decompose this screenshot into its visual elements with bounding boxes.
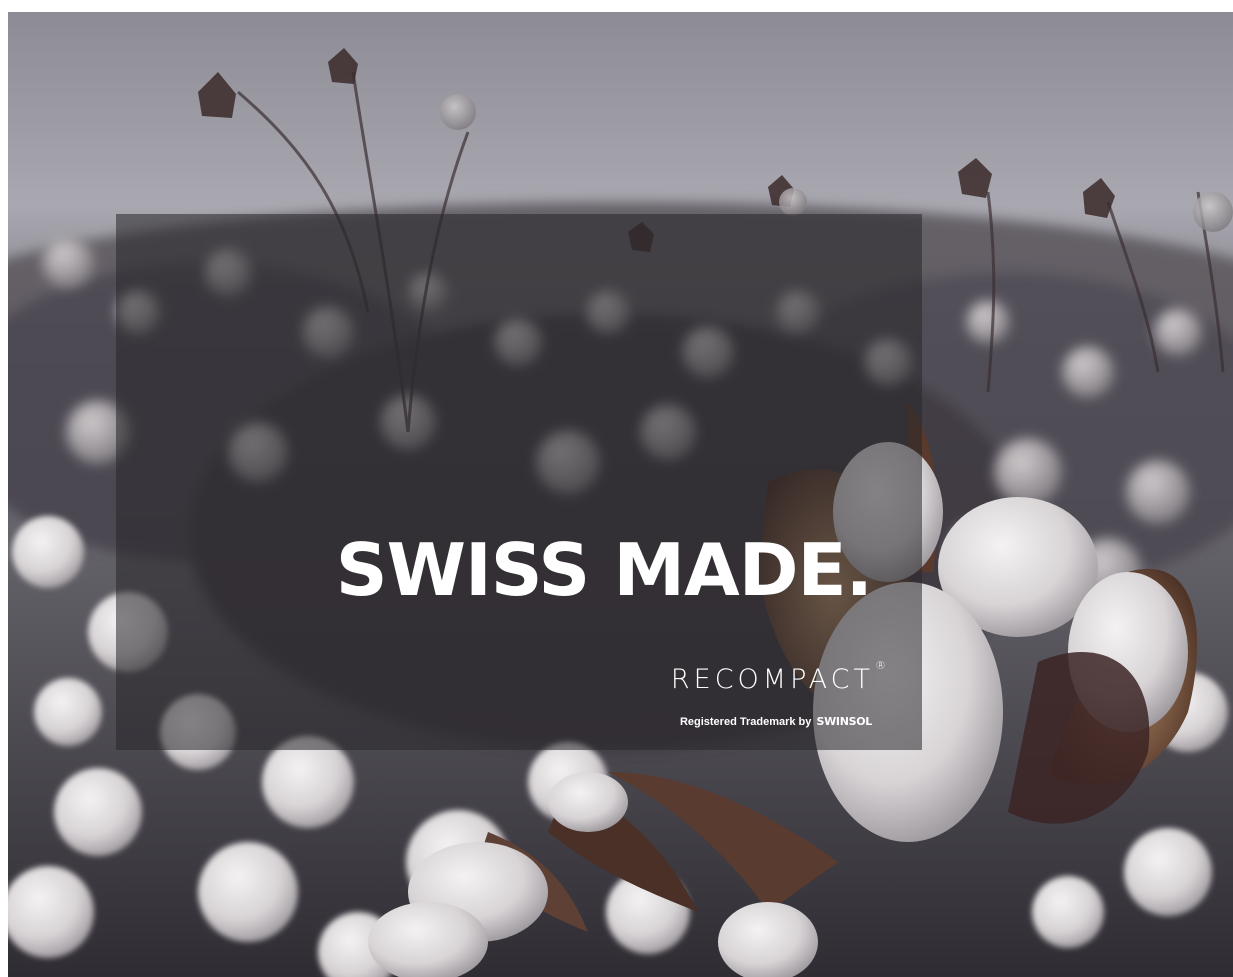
- trademark-owner-logo: SWINSOL: [816, 715, 872, 728]
- brand-name: RECOMPACT: [670, 664, 874, 695]
- trademark-prefix: Registered Trademark by: [679, 716, 812, 728]
- registered-mark: ®: [875, 659, 886, 672]
- trademark-line: Registered Trademark by SWINSOL: [680, 716, 872, 728]
- brand-logo: RECOMPACT ®: [670, 660, 886, 695]
- hero-image-frame: SWISS MADE. RECOMPACT ® Registered Tradem…: [8, 12, 1233, 977]
- headline-overlay-panel: SWISS MADE. RECOMPACT ® Registered Tradem…: [116, 214, 922, 750]
- headline: SWISS MADE.: [335, 528, 873, 612]
